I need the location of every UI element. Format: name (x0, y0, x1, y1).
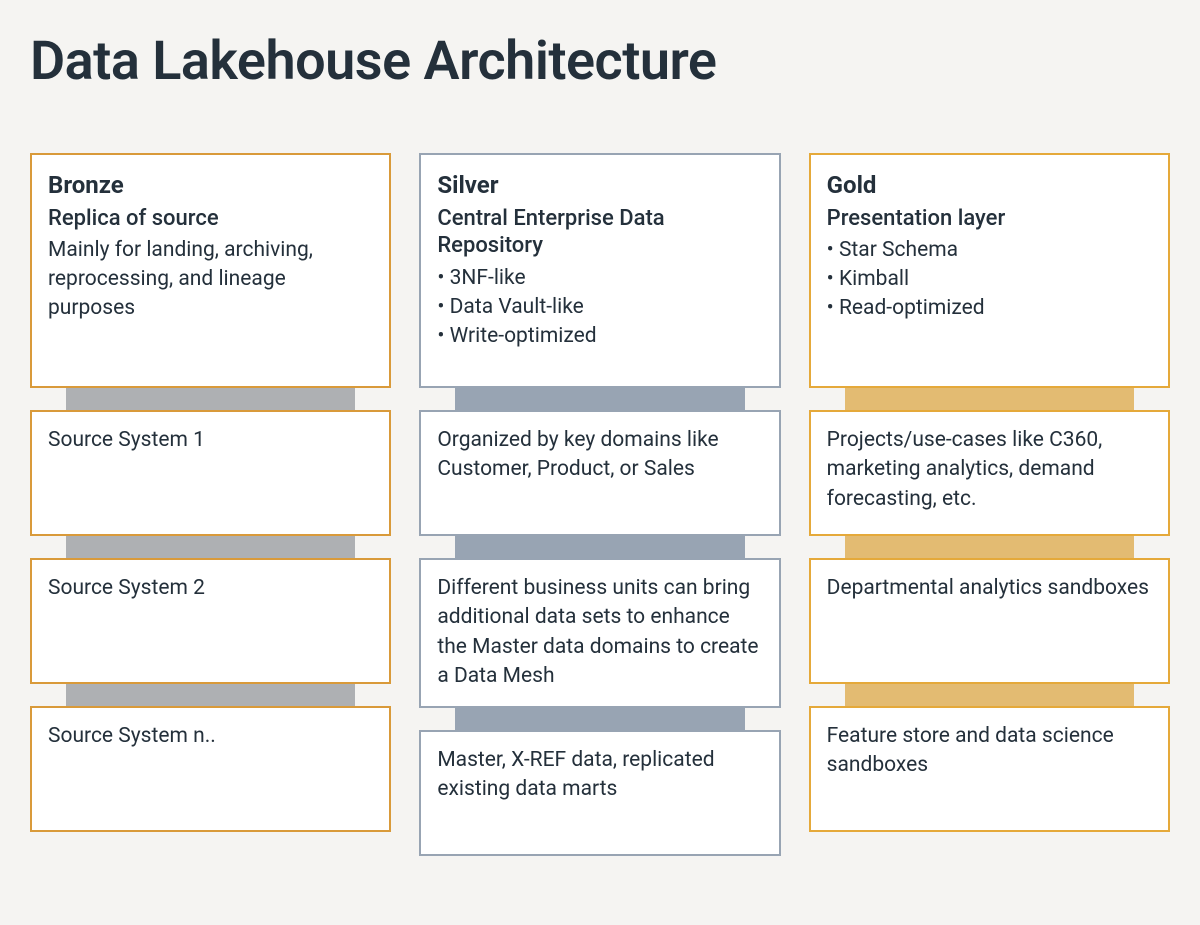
cell-text: Projects/use-cases like C360, marketing … (827, 426, 1152, 514)
bronze-header-card: Bronze Replica of source Mainly for land… (30, 153, 391, 388)
bullet-item: Kimball (827, 265, 1152, 294)
silver-cell-1: Organized by key domains like Customer, … (419, 410, 780, 536)
bronze-cell-1: Source System 1 (30, 410, 391, 536)
page-title: Data Lakehouse Architecture (30, 30, 1170, 93)
bullet-item: Write-optimized (437, 322, 762, 351)
connector (66, 388, 355, 410)
silver-header-card: Silver Central Enterprise Data Repositor… (419, 153, 780, 388)
bronze-description: Mainly for landing, archiving, reprocess… (48, 236, 373, 323)
bullet-item: 3NF-like (437, 264, 762, 293)
gold-column: Gold Presentation layer Star Schema Kimb… (809, 153, 1170, 856)
silver-column: Silver Central Enterprise Data Repositor… (419, 153, 780, 856)
connector (845, 388, 1134, 410)
connector (455, 536, 744, 558)
bronze-column: Bronze Replica of source Mainly for land… (30, 153, 391, 856)
gold-cell-1: Projects/use-cases like C360, marketing … (809, 410, 1170, 536)
silver-cell-2: Different business units can bring addit… (419, 558, 780, 708)
silver-subtitle: Central Enterprise Data Repository (437, 205, 762, 260)
tier-columns: Bronze Replica of source Mainly for land… (30, 153, 1170, 856)
bullet-item: Read-optimized (827, 294, 1152, 323)
bronze-cell-2: Source System 2 (30, 558, 391, 684)
cell-text: Different business units can bring addit… (437, 574, 762, 692)
gold-header-card: Gold Presentation layer Star Schema Kimb… (809, 153, 1170, 388)
cell-text: Source System 2 (48, 574, 373, 603)
connector (66, 684, 355, 706)
cell-text: Source System n.. (48, 722, 373, 751)
cell-text: Departmental analytics sandboxes (827, 574, 1152, 603)
gold-cell-3: Feature store and data science sandboxes (809, 706, 1170, 832)
connector (455, 388, 744, 410)
bronze-subtitle: Replica of source (48, 205, 373, 233)
gold-cell-2: Departmental analytics sandboxes (809, 558, 1170, 684)
silver-bullets: 3NF-like Data Vault-like Write-optimized (437, 264, 762, 351)
gold-subtitle: Presentation layer (827, 205, 1152, 233)
cell-text: Master, X-REF data, replicated existing … (437, 746, 762, 805)
connector (845, 536, 1134, 558)
connector (845, 684, 1134, 706)
connector (66, 536, 355, 558)
bullet-item: Star Schema (827, 236, 1152, 265)
cell-text: Feature store and data science sandboxes (827, 722, 1152, 781)
bullet-item: Data Vault-like (437, 293, 762, 322)
silver-title: Silver (437, 169, 762, 203)
cell-text: Organized by key domains like Customer, … (437, 426, 762, 485)
gold-title: Gold (827, 169, 1152, 203)
cell-text: Source System 1 (48, 426, 373, 455)
bronze-title: Bronze (48, 169, 373, 203)
silver-cell-3: Master, X-REF data, replicated existing … (419, 730, 780, 856)
bronze-cell-3: Source System n.. (30, 706, 391, 832)
connector (455, 708, 744, 730)
gold-bullets: Star Schema Kimball Read-optimized (827, 236, 1152, 323)
